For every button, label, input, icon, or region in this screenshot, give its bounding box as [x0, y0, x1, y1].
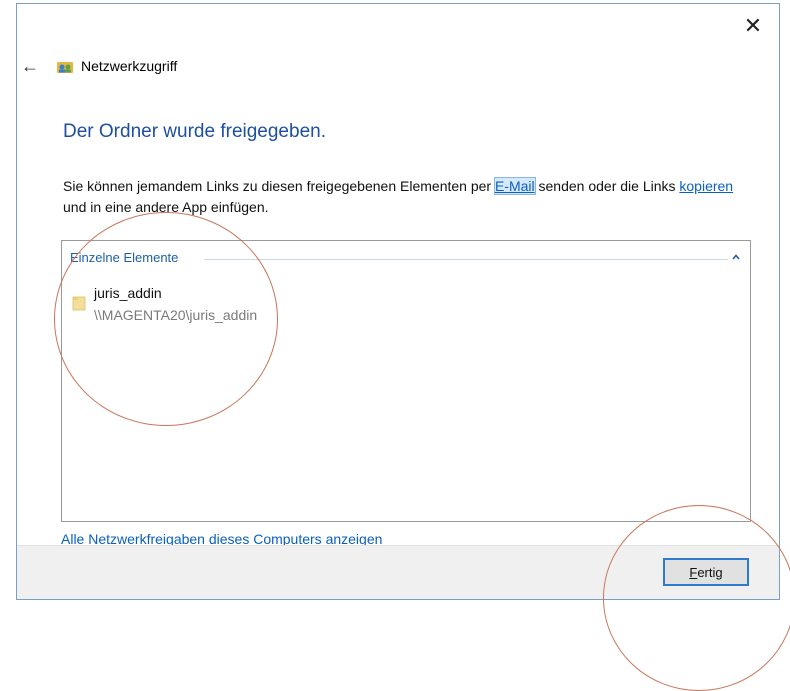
back-arrow-icon: ←: [21, 56, 39, 76]
item-path: \\MAGENTA20\juris_addin: [94, 307, 258, 323]
description-text: Sie können jemandem Links zu diesen frei…: [63, 176, 743, 218]
network-share-icon: [57, 62, 73, 73]
footer-bar: Fertig: [17, 545, 779, 599]
close-icon: ✕: [743, 13, 763, 38]
email-link[interactable]: E-Mail: [493, 177, 536, 195]
description-part-2: senden oder die Links: [534, 178, 680, 194]
description-part-3: und in eine andere App einfügen.: [63, 199, 269, 215]
group-divider: [204, 259, 728, 260]
item-name: juris_addin: [94, 285, 162, 301]
window-title: Netzwerkzugriff: [81, 58, 178, 74]
page-heading: Der Ordner wurde freigegeben.: [63, 121, 326, 142]
chevron-up-icon[interactable]: [730, 251, 742, 263]
copy-link[interactable]: kopieren: [679, 178, 733, 194]
close-button[interactable]: ✕: [741, 14, 765, 38]
group-header[interactable]: Einzelne Elemente: [70, 250, 183, 265]
back-button[interactable]: ←: [21, 56, 45, 76]
finish-button[interactable]: Fertig: [663, 558, 749, 586]
finish-label: ertig: [697, 564, 723, 580]
folder-icon: [72, 296, 86, 311]
network-access-dialog: ✕ ← Netzwerkzugriff Der Ordner wurde fre…: [16, 3, 780, 600]
description-part-1: Sie können jemandem Links zu diesen frei…: [63, 178, 495, 194]
shared-items-list[interactable]: Einzelne Elemente juris_addin \\MAGENTA2…: [61, 240, 751, 522]
